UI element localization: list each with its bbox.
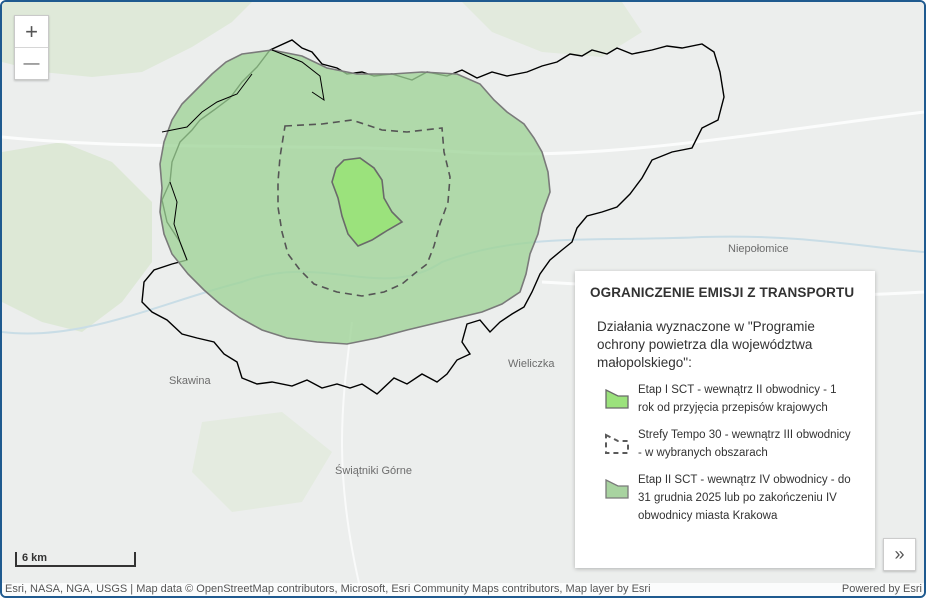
zoom-out-button[interactable]: —	[15, 47, 48, 79]
scale-bar: 6 km	[15, 552, 136, 567]
zoom-in-button[interactable]: +	[15, 16, 48, 47]
attribution-text[interactable]: Esri, NASA, NGA, USGS | Map data © OpenS…	[5, 583, 651, 596]
legend-item-tempo-30: Strefy Tempo 30 - wewnątrz III obwodnicy…	[604, 426, 860, 462]
legend-description: Działania wyznaczone w "Programie ochron…	[597, 319, 815, 370]
legend-item-stage-2: Etap II SCT - wewnątrz IV obwodnicy - do…	[604, 471, 860, 525]
legend-item-label: Strefy Tempo 30 - wewnątrz III obwodnicy…	[638, 429, 851, 459]
scale-bar-label: 6 km	[22, 552, 48, 564]
double-chevron-right-icon: »	[894, 544, 905, 564]
place-label-niepolomice: Niepołomice	[728, 243, 789, 255]
legend-title: OGRANICZENIE EMISJI Z TRANSPORTU	[590, 285, 855, 300]
zoom-control: + —	[14, 15, 49, 80]
dashed-polygon-swatch-icon	[605, 433, 629, 454]
polygon-swatch-icon	[605, 478, 629, 499]
legend-item-label: Etap I SCT - wewnątrz II obwodnicy - 1 r…	[638, 384, 837, 414]
legend-panel: OGRANICZENIE EMISJI Z TRANSPORTU Działan…	[575, 271, 875, 568]
expand-legend-button[interactable]: »	[883, 538, 916, 571]
powered-by-link[interactable]: Powered by Esri	[842, 583, 922, 596]
polygon-swatch-icon	[605, 388, 629, 409]
place-label-swiatniki: Świątniki Górne	[335, 465, 413, 477]
legend-item-label: Etap II SCT - wewnątrz IV obwodnicy - do…	[638, 474, 851, 522]
attribution-bar: Esri, NASA, NGA, USGS | Map data © OpenS…	[2, 583, 924, 596]
place-label-wieliczka: Wieliczka	[508, 358, 555, 370]
legend-item-stage-1: Etap I SCT - wewnątrz II obwodnicy - 1 r…	[604, 381, 860, 417]
map-frame: + — Niepołomice Wieliczka Skawina Świątn…	[0, 0, 926, 598]
place-label-skawina: Skawina	[169, 375, 211, 387]
